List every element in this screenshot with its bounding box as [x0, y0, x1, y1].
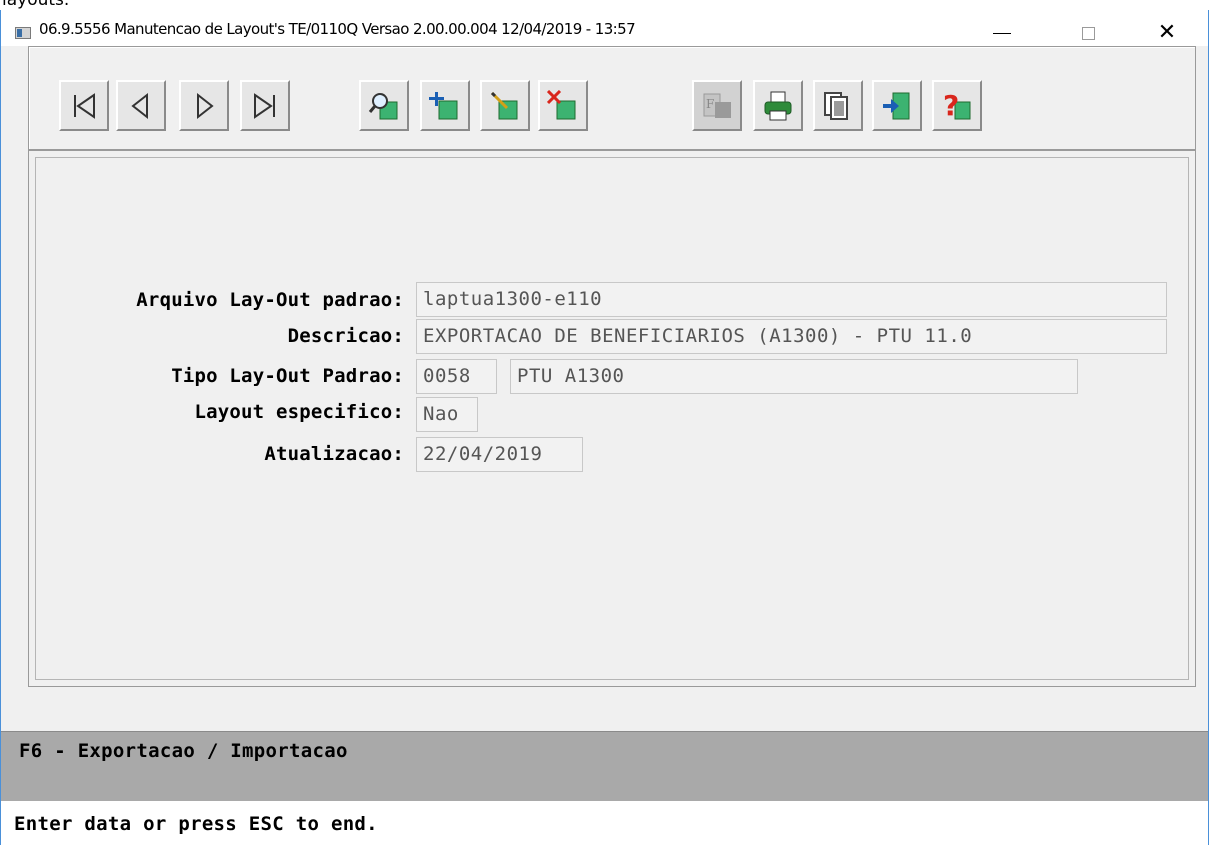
tipo-label: Tipo Lay-Out Padrao:: [171, 365, 404, 387]
atualizacao-label: Atualizacao:: [264, 443, 404, 465]
title-bar[interactable]: 06.9.5556 Manutencao de Layout's TE/0110…: [1, 10, 1208, 46]
exit-button[interactable]: [872, 80, 922, 131]
search-button[interactable]: [359, 80, 409, 131]
magnifier-icon: [368, 93, 398, 120]
delete-record-icon: [547, 90, 576, 120]
delete-button[interactable]: [538, 80, 588, 131]
svg-text:?: ?: [943, 90, 959, 122]
last-record-icon: [254, 93, 275, 119]
toolbar: F ?: [28, 46, 1196, 150]
exit-door-icon: [883, 92, 910, 120]
form-panel-inner: Arquivo Lay-Out padrao: laptua1300-e110 …: [35, 157, 1189, 680]
arquivo-label: Arquivo Lay-Out padrao:: [136, 289, 404, 311]
especifico-field[interactable]: Nao: [416, 397, 478, 432]
function-key-hint: F6 - Exportacao / Importacao: [19, 740, 348, 762]
previous-record-button[interactable]: [116, 80, 166, 131]
previous-record-icon: [131, 92, 148, 120]
next-record-icon: [197, 92, 214, 120]
next-record-button[interactable]: [179, 80, 229, 131]
edit-record-icon: [490, 91, 518, 120]
copy-icon: [824, 92, 848, 120]
fragment-text: layouts.: [2, 0, 70, 10]
especifico-label: Layout especifico:: [194, 401, 404, 423]
copy-button[interactable]: [813, 80, 863, 131]
printer-icon: [764, 91, 792, 121]
add-button[interactable]: [420, 80, 470, 131]
svg-text:F: F: [706, 97, 714, 111]
add-record-icon: [429, 92, 458, 120]
arquivo-field[interactable]: laptua1300-e110: [416, 282, 1167, 317]
window-title: 06.9.5556 Manutencao de Layout's TE/0110…: [39, 20, 636, 38]
maximize-button[interactable]: [1067, 22, 1113, 46]
descricao-label: Descricao:: [287, 325, 404, 347]
edit-button[interactable]: [480, 80, 530, 131]
tipo-description-field[interactable]: PTU A1300: [510, 359, 1078, 394]
form-panel: Arquivo Lay-Out padrao: laptua1300-e110 …: [28, 150, 1196, 687]
app-icon[interactable]: [15, 27, 31, 39]
app-window: 06.9.5556 Manutencao de Layout's TE/0110…: [0, 10, 1209, 845]
function-key-hint-bar: F6 - Exportacao / Importacao: [1, 731, 1208, 802]
descricao-field[interactable]: EXPORTACAO DE BENEFICIARIOS (A1300) - PT…: [416, 319, 1167, 354]
filter-button[interactable]: F: [692, 80, 742, 131]
first-record-button[interactable]: [59, 80, 109, 131]
status-message: Enter data or press ESC to end.: [14, 813, 378, 835]
previous-window-text-fragment: layouts.: [0, 0, 1211, 10]
print-button[interactable]: [753, 80, 803, 131]
minimize-button[interactable]: [979, 22, 1025, 46]
first-record-icon: [74, 93, 95, 119]
filter-icon: F: [703, 93, 731, 118]
tipo-code-field[interactable]: 0058: [416, 359, 497, 394]
atualizacao-field[interactable]: 22/04/2019: [416, 437, 583, 472]
help-icon: ?: [943, 90, 971, 122]
help-button[interactable]: ?: [932, 80, 982, 131]
last-record-button[interactable]: [240, 80, 290, 131]
close-button[interactable]: ✕: [1144, 22, 1190, 46]
status-message-bar: Enter data or press ESC to end.: [1, 801, 1208, 845]
